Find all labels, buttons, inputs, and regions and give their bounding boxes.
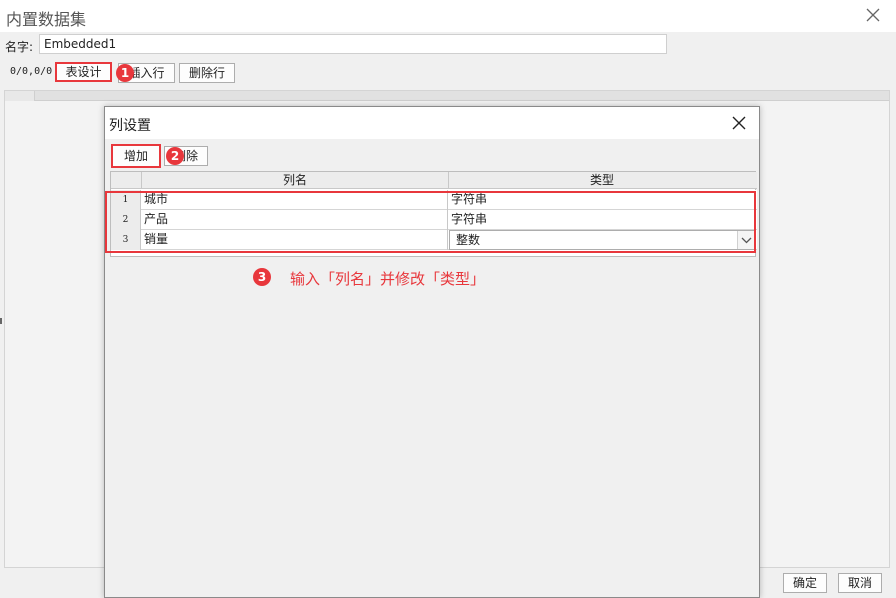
table-row: 2 产品 字符串 xyxy=(111,210,757,230)
column-name-cell[interactable]: 销量 xyxy=(142,230,448,250)
outer-titlebar: 内置数据集 xyxy=(0,0,896,32)
cancel-button[interactable]: 取消 xyxy=(838,573,882,593)
column-grid-header: 列名 类型 xyxy=(111,172,757,189)
column-type-cell[interactable]: 字符串 xyxy=(449,210,755,230)
column-type-header[interactable]: 类型 xyxy=(449,172,755,189)
step-1-marker: 1 xyxy=(116,64,134,82)
row-number: 1 xyxy=(111,190,141,210)
column-name-cell[interactable]: 产品 xyxy=(142,210,448,230)
name-input[interactable] xyxy=(39,34,667,54)
column-settings-dialog: 列设置 删除 增加 2 列名 类型 1 城市 字符串 2 产品 字符串 3 销量… xyxy=(104,106,760,598)
add-column-button[interactable]: 增加 xyxy=(111,144,161,168)
dialog-title: 列设置 xyxy=(109,118,151,134)
window-title: 内置数据集 xyxy=(6,10,87,29)
table-row: 1 城市 字符串 xyxy=(111,190,757,210)
dialog-body: 删除 增加 2 列名 类型 1 城市 字符串 2 产品 字符串 3 销量 整数 xyxy=(105,139,759,597)
column-type-cell[interactable]: 字符串 xyxy=(449,190,755,210)
column-name-cell[interactable]: 城市 xyxy=(142,190,448,210)
step-2-marker: 2 xyxy=(166,147,184,165)
close-icon[interactable] xyxy=(731,115,747,131)
grid-edge-marker xyxy=(0,318,2,324)
position-readout: 0/0,0/0 xyxy=(10,66,53,77)
row-number: 2 xyxy=(111,210,141,230)
delete-row-button[interactable]: 删除行 xyxy=(179,63,235,83)
chevron-down-icon[interactable] xyxy=(737,231,754,249)
close-icon[interactable] xyxy=(864,6,882,24)
column-type-value: 整数 xyxy=(456,233,481,247)
column-name-header[interactable]: 列名 xyxy=(142,172,449,189)
table-design-button[interactable]: 表设计 xyxy=(55,62,112,82)
data-grid-header xyxy=(5,91,889,101)
table-row: 3 销量 整数 xyxy=(111,230,757,250)
column-grid: 列名 类型 1 城市 字符串 2 产品 字符串 3 销量 整数 xyxy=(110,171,757,257)
confirm-button[interactable]: 确定 xyxy=(783,573,827,593)
step-3-instruction: 输入「列名」并修改「类型」 xyxy=(290,270,486,288)
row-number-header xyxy=(111,172,142,189)
row-number: 3 xyxy=(111,230,141,250)
column-type-select[interactable]: 整数 xyxy=(449,230,755,250)
data-grid-corner xyxy=(5,91,35,101)
name-label: 名字: xyxy=(5,40,34,54)
step-3-marker: 3 xyxy=(253,268,271,286)
